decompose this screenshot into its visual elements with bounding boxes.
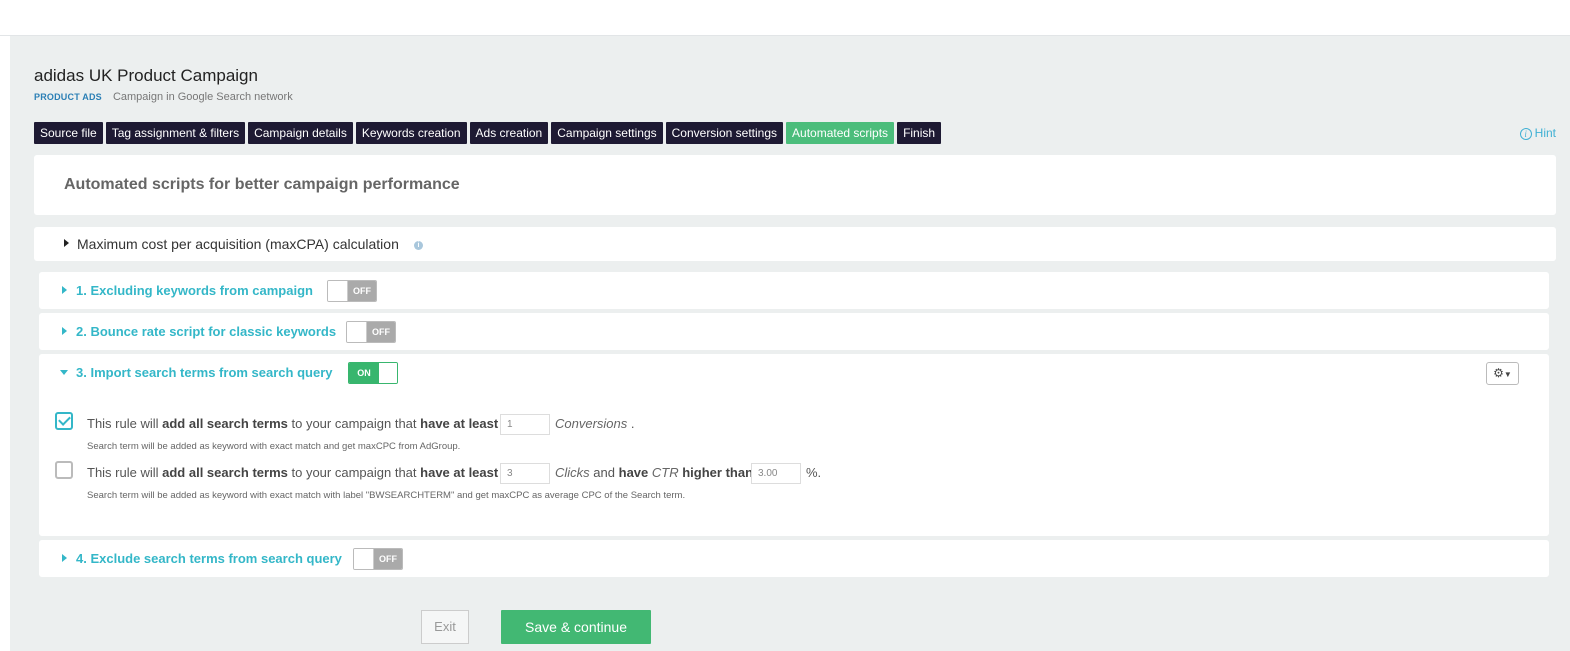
- maxcpa-label: Maximum cost per acquisition (maxCPA) ca…: [77, 236, 399, 252]
- toggle-knob: [328, 281, 348, 301]
- hint-label: Hint: [1534, 126, 1556, 140]
- info-icon: i: [1519, 128, 1532, 140]
- rule-exclude-search-terms: 4. Exclude search terms from search quer…: [39, 540, 1549, 577]
- rule-excluding-keywords: 1. Excluding keywords from campaign OFF: [39, 272, 1549, 309]
- option-checkbox[interactable]: [55, 412, 73, 430]
- wizard-steps: Source file Tag assignment & filters Cam…: [34, 122, 942, 144]
- option-text: This rule will add all search terms to y…: [87, 416, 499, 431]
- settings-dropdown-button[interactable]: ⚙▼: [1486, 362, 1519, 385]
- step-ads-creation[interactable]: Ads creation: [469, 122, 549, 144]
- caret-right-icon[interactable]: [62, 286, 67, 294]
- info-icon[interactable]: i: [414, 241, 423, 250]
- rule-bounce-rate: 2. Bounce rate script for classic keywor…: [39, 313, 1549, 350]
- top-bar: [0, 0, 1570, 36]
- option-condition: Clicks and have CTR higher than: [555, 465, 754, 480]
- hint-link[interactable]: i Hint: [1519, 126, 1556, 140]
- step-keywords-creation[interactable]: Keywords creation: [355, 122, 467, 144]
- step-source-file[interactable]: Source file: [34, 122, 103, 144]
- option-note: Search term will be added as keyword wit…: [87, 441, 461, 452]
- step-finish[interactable]: Finish: [897, 122, 942, 144]
- rule-title[interactable]: 1. Excluding keywords from campaign: [76, 283, 313, 298]
- toggle-knob: [354, 549, 374, 569]
- toggle-label: OFF: [367, 322, 395, 342]
- caret-down-icon[interactable]: [60, 370, 68, 375]
- caret-right-icon[interactable]: [62, 327, 67, 335]
- exit-button[interactable]: Exit: [421, 610, 469, 644]
- toggle-knob: [347, 322, 367, 342]
- step-automated-scripts[interactable]: Automated scripts: [786, 122, 895, 144]
- save-continue-button[interactable]: Save & continue: [501, 610, 651, 644]
- step-campaign-details[interactable]: Campaign details: [248, 122, 353, 144]
- rule-title[interactable]: 2. Bounce rate script for classic keywor…: [76, 324, 336, 339]
- rule-title[interactable]: 4. Exclude search terms from search quer…: [76, 551, 342, 566]
- conversions-input[interactable]: [500, 414, 550, 435]
- toggle-label: ON: [349, 363, 379, 383]
- toggle-label: OFF: [374, 549, 402, 569]
- gear-icon: ⚙: [1493, 366, 1504, 380]
- campaign-type-badge: PRODUCT ADS: [34, 92, 102, 102]
- section-heading: Automated scripts for better campaign pe…: [64, 176, 460, 193]
- option-unit: Conversions .: [555, 416, 635, 431]
- option-text: This rule will add all search terms to y…: [87, 465, 499, 480]
- toggle-label: OFF: [348, 281, 376, 301]
- toggle-knob: [379, 363, 397, 383]
- rule-toggle[interactable]: ON: [348, 362, 398, 384]
- step-campaign-settings[interactable]: Campaign settings: [551, 122, 663, 144]
- rule-toggle[interactable]: OFF: [353, 548, 403, 570]
- rule-toggle[interactable]: OFF: [346, 321, 396, 343]
- main-content: adidas UK Product Campaign PRODUCT ADS C…: [10, 36, 1570, 651]
- option-end: %.: [806, 465, 822, 480]
- page-subtitle: PRODUCT ADS Campaign in Google Search ne…: [34, 91, 293, 103]
- option-checkbox[interactable]: [55, 461, 73, 479]
- step-conversion-settings[interactable]: Conversion settings: [665, 122, 784, 144]
- page-title: adidas UK Product Campaign: [34, 66, 258, 85]
- step-tag-assignment[interactable]: Tag assignment & filters: [105, 122, 246, 144]
- clicks-input[interactable]: [500, 463, 550, 484]
- rule-title[interactable]: 3. Import search terms from search query: [76, 365, 333, 380]
- ctr-input[interactable]: [751, 463, 801, 484]
- campaign-network-label: Campaign in Google Search network: [112, 91, 293, 103]
- chevron-down-icon: ▼: [1503, 370, 1512, 379]
- caret-right-icon: [64, 239, 69, 247]
- option-note: Search term will be added as keyword wit…: [87, 490, 686, 501]
- caret-right-icon[interactable]: [62, 554, 67, 562]
- rule-toggle[interactable]: OFF: [327, 280, 377, 302]
- maxcpa-panel[interactable]: Maximum cost per acquisition (maxCPA) ca…: [34, 227, 1556, 261]
- rule-import-search-terms: 3. Import search terms from search query…: [39, 354, 1549, 536]
- section-header-card: Automated scripts for better campaign pe…: [34, 155, 1556, 215]
